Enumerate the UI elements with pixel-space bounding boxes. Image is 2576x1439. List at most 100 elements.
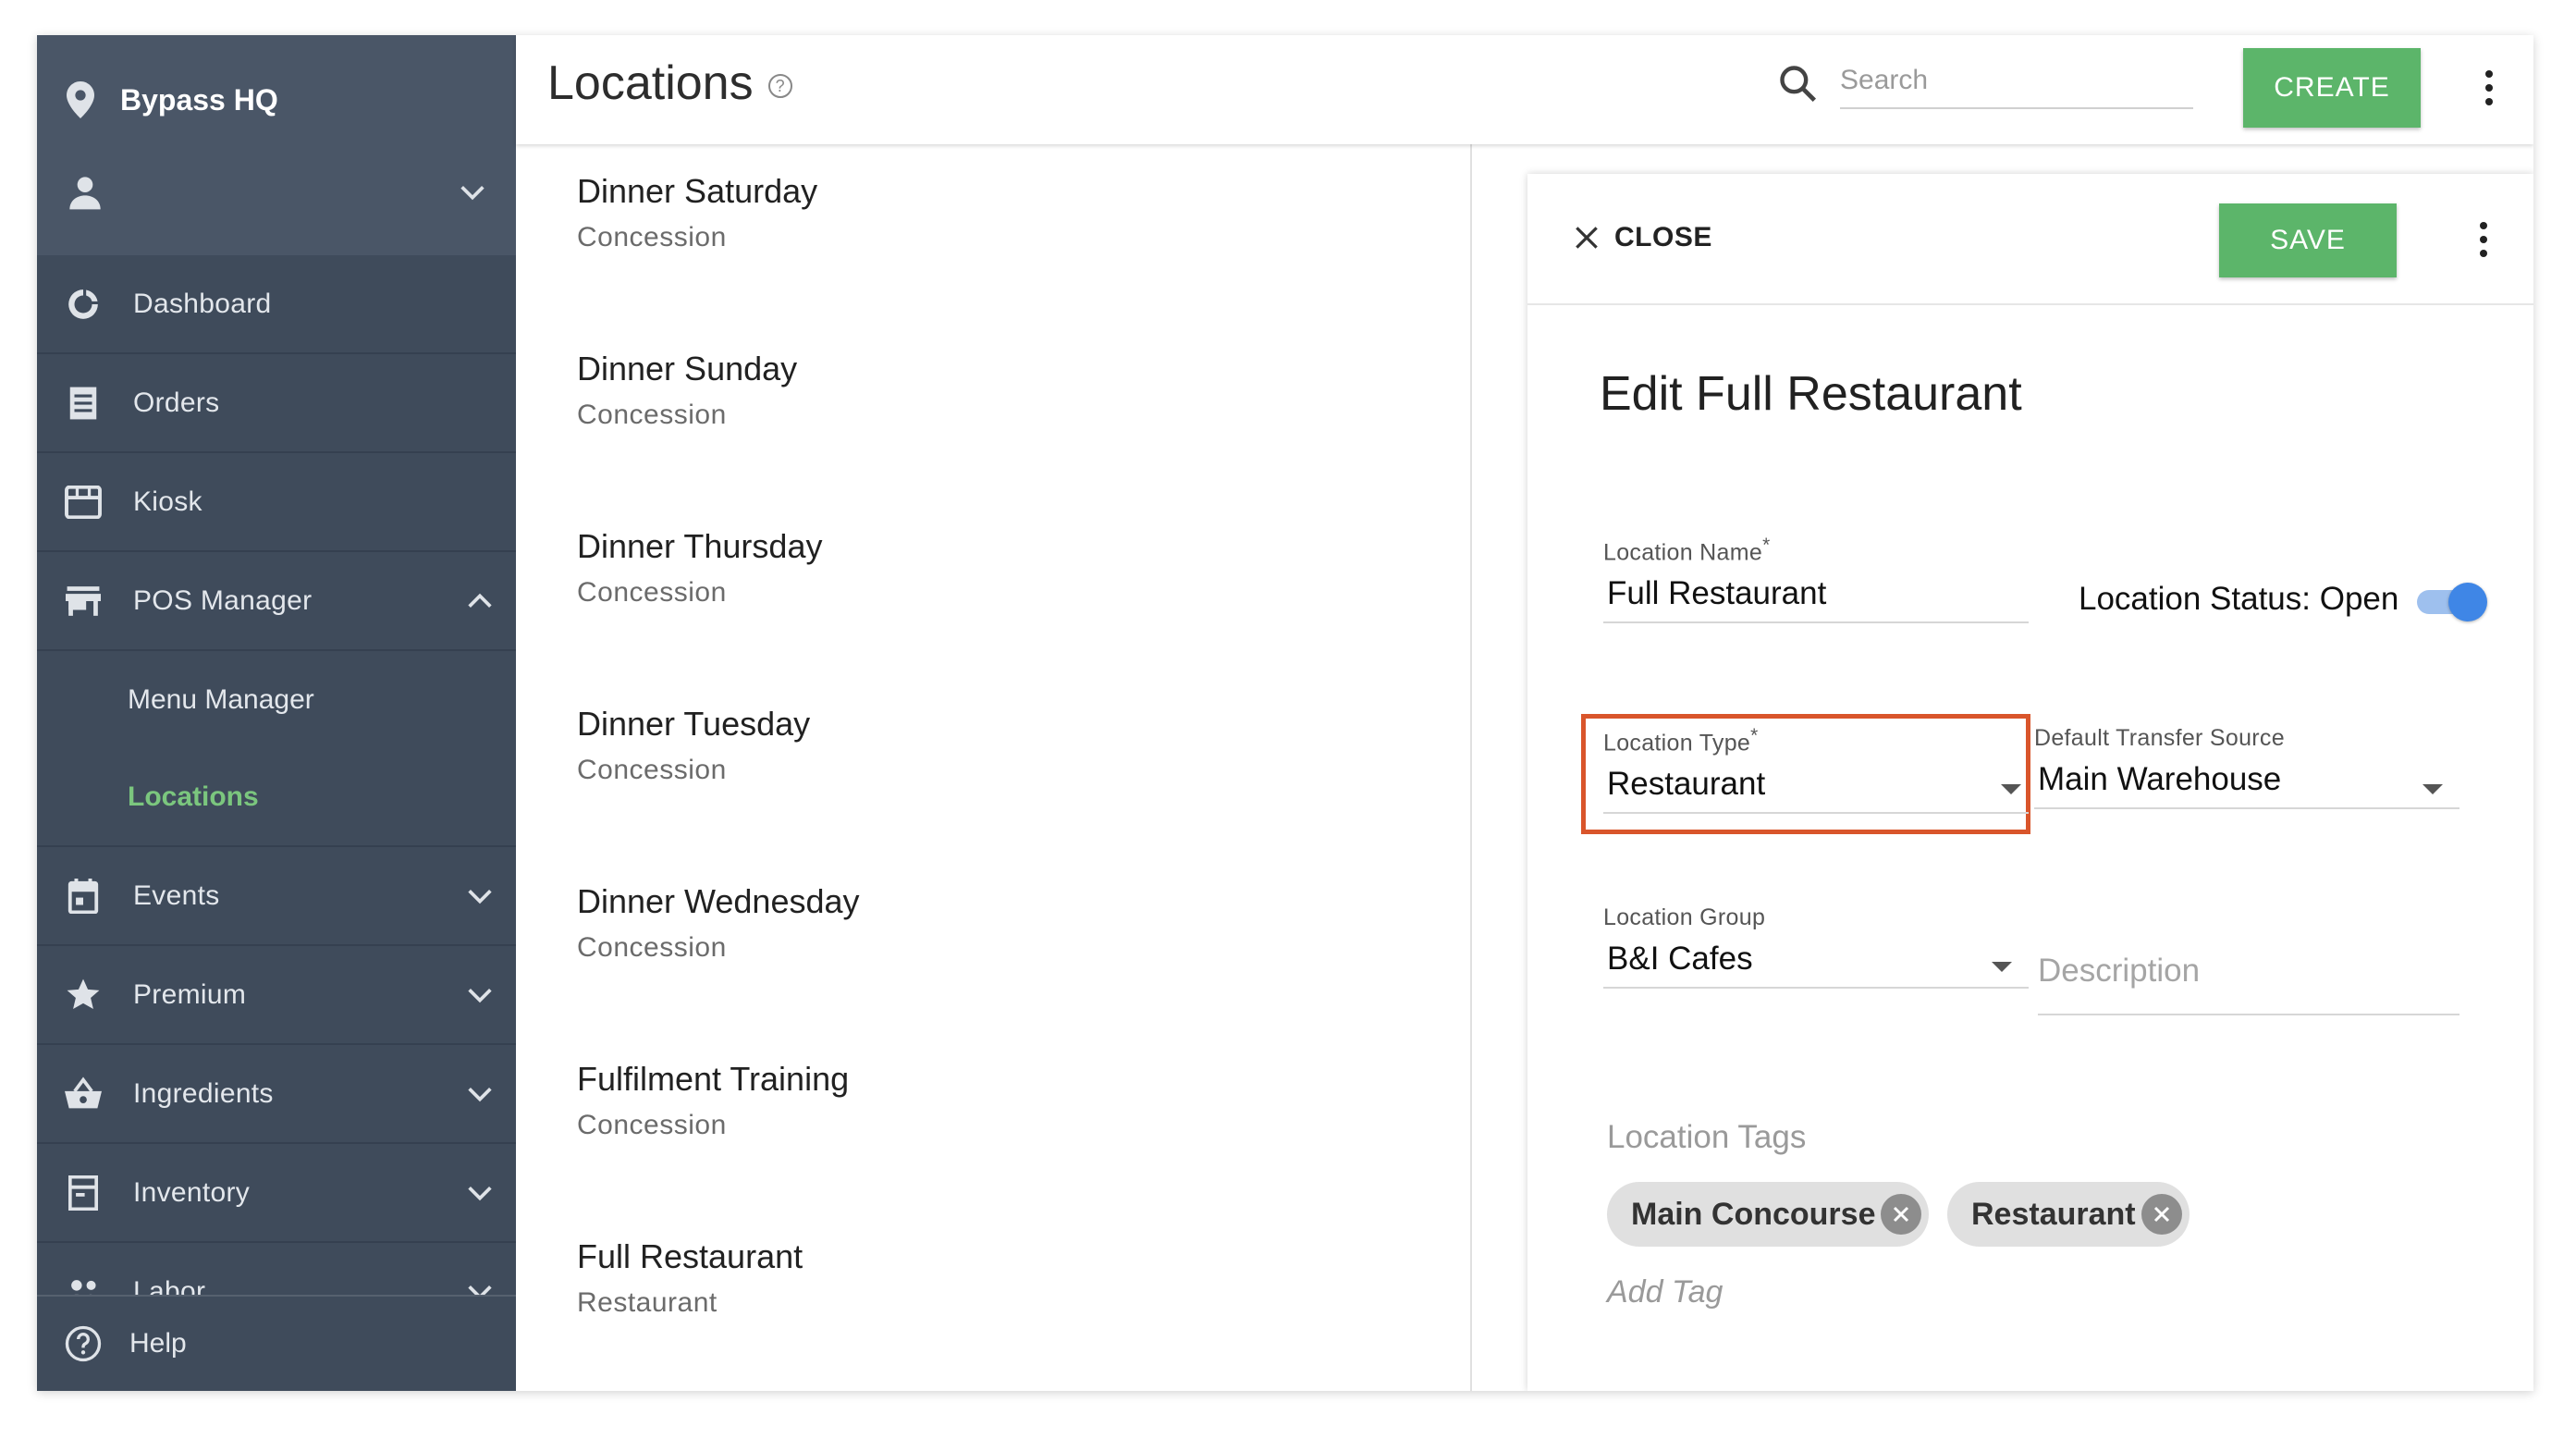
edit-toolbar: CLOSE SAVE (1527, 174, 2533, 305)
calendar-icon (65, 878, 102, 915)
page-title-text: Locations (547, 56, 754, 110)
search-icon[interactable] (1777, 63, 1818, 104)
list-item[interactable]: Full Restaurant Restaurant (547, 1210, 1470, 1387)
location-name: Fulfilment Training (577, 1060, 850, 1098)
chevron-up-icon[interactable] (464, 585, 496, 617)
help-question-icon[interactable]: ? (767, 74, 792, 98)
sidebar-item-dashboard[interactable]: Dashboard (37, 255, 516, 354)
sidebar-item-pos-manager[interactable]: POS Manager (37, 552, 516, 651)
sidebar-item-label: Kiosk (133, 486, 202, 517)
sidebar-item-label: Premium (133, 978, 247, 1010)
close-button[interactable]: CLOSE (1572, 222, 1712, 253)
location-type-select[interactable]: Location Type* Restaurant (1603, 725, 2029, 815)
venue-name: Bypass HQ (120, 82, 278, 117)
app-window: Bypass HQ Dashboard Orders Kiosk POS Man… (37, 35, 2533, 1391)
sidebar-nav: Dashboard Orders Kiosk POS Manager Menu … (37, 255, 516, 1342)
sidebar-header: Bypass HQ (37, 35, 516, 255)
list-item[interactable]: Fulfilment Training Concession (547, 1032, 1470, 1210)
edit-location-panel: CLOSE SAVE Edit Full Restaurant Location… (1527, 174, 2533, 1391)
kiosk-icon (65, 484, 102, 521)
location-type-label: Location Type* (1603, 725, 1759, 756)
sidebar-item-help[interactable]: Help (37, 1295, 516, 1391)
location-type: Concession (577, 1110, 727, 1140)
user-menu[interactable] (67, 165, 488, 220)
chevron-down-icon[interactable] (464, 979, 496, 1011)
location-type: Concession (577, 577, 727, 608)
location-group-value: B&I Cafes (1607, 941, 1753, 977)
dropdown-arrow-icon (2423, 784, 2443, 794)
location-name: Dinner Wednesday (577, 882, 860, 920)
sidebar-subitem-menu-manager[interactable]: Menu Manager (37, 651, 516, 748)
store-icon (65, 583, 102, 620)
help-label: Help (129, 1328, 187, 1359)
sidebar-item-label: POS Manager (133, 584, 313, 616)
list-item[interactable]: Dinner Sunday Concession (547, 322, 1470, 499)
tag-chip: Restaurant (1947, 1182, 2190, 1247)
list-item[interactable]: Dinner Thursday Concession (547, 499, 1470, 677)
sidebar-item-premium[interactable]: Premium (37, 946, 516, 1045)
list-item[interactable]: Dinner Wednesday Concession (547, 855, 1470, 1032)
remove-tag-icon[interactable] (2141, 1194, 2182, 1235)
location-name-field[interactable]: Location Name* Full Restaurant (1603, 535, 2029, 624)
sidebar-item-kiosk[interactable]: Kiosk (37, 453, 516, 552)
location-status-label: Location Status: Open (2079, 581, 2399, 617)
location-status-toggle[interactable] (2417, 581, 2487, 621)
list-item[interactable]: Dinner Tuesday Concession (547, 677, 1470, 855)
description-placeholder: Description (2038, 953, 2201, 989)
location-name-value: Full Restaurant (1607, 575, 1827, 612)
location-pin-icon (67, 81, 94, 118)
sidebar-item-label: Events (133, 879, 220, 911)
more-options-icon[interactable] (2480, 65, 2498, 111)
chevron-down-icon[interactable] (464, 880, 496, 912)
top-header: Locations ? CREATE (516, 35, 2533, 144)
save-button[interactable]: SAVE (2219, 203, 2397, 277)
sidebar: Bypass HQ Dashboard Orders Kiosk POS Man… (37, 35, 516, 1391)
create-button[interactable]: CREATE (2243, 48, 2421, 128)
sidebar-item-orders[interactable]: Orders (37, 354, 516, 453)
basket-icon (65, 1076, 102, 1113)
location-type-value: Restaurant (1607, 766, 1766, 803)
chevron-down-icon[interactable] (464, 1078, 496, 1110)
transfer-source-value: Main Warehouse (2038, 761, 2282, 797)
remove-tag-icon[interactable] (1881, 1194, 1922, 1235)
list-item[interactable]: Dinner Saturday Concession (547, 144, 1470, 322)
help-icon (65, 1325, 102, 1362)
orders-icon (65, 385, 102, 422)
close-icon (1576, 227, 1598, 249)
sidebar-item-label: Orders (133, 387, 220, 418)
venue-selector[interactable]: Bypass HQ (67, 76, 278, 124)
location-tags-label: Location Tags (1607, 1119, 1807, 1155)
sidebar-subitem-locations[interactable]: Locations (37, 748, 516, 845)
dropdown-arrow-icon (1992, 962, 2012, 972)
chevron-down-icon[interactable] (464, 1177, 496, 1209)
sidebar-item-inventory[interactable]: Inventory (37, 1144, 516, 1243)
sidebar-item-events[interactable]: Events (37, 847, 516, 946)
sidebar-item-ingredients[interactable]: Ingredients (37, 1045, 516, 1144)
tag-label: Restaurant (1971, 1196, 2136, 1232)
sidebar-item-label: Ingredients (133, 1077, 274, 1109)
transfer-source-label: Default Transfer Source (2034, 725, 2285, 751)
page-title: Locations ? (547, 55, 792, 111)
location-type: Concession (577, 400, 727, 430)
location-name: Dinner Thursday (577, 527, 823, 565)
search-input[interactable] (1840, 54, 2193, 109)
toggle-knob (2448, 583, 2487, 621)
sidebar-item-label: Dashboard (133, 288, 272, 319)
chevron-down-icon[interactable] (457, 177, 488, 208)
tag-label: Main Concourse (1631, 1196, 1876, 1232)
sidebar-item-label: Inventory (133, 1176, 251, 1208)
close-label: CLOSE (1614, 222, 1712, 252)
inventory-icon (65, 1175, 102, 1211)
location-type: Concession (577, 932, 727, 963)
location-name: Dinner Tuesday (577, 705, 811, 743)
location-name: Full Restaurant (577, 1237, 803, 1275)
location-group-label: Location Group (1603, 904, 1766, 930)
add-tag-input[interactable]: Add Tag (1607, 1274, 1723, 1310)
location-group-select[interactable]: Location Group B&I Cafes (1603, 904, 2029, 989)
description-field[interactable]: Description (2038, 953, 2459, 1015)
more-options-icon[interactable] (2474, 216, 2493, 263)
location-type: Concession (577, 222, 727, 252)
location-name-label: Location Name* (1603, 535, 1771, 566)
transfer-source-select[interactable]: Default Transfer Source Main Warehouse (2034, 725, 2459, 809)
pos-manager-submenu: Menu Manager Locations (37, 651, 516, 847)
